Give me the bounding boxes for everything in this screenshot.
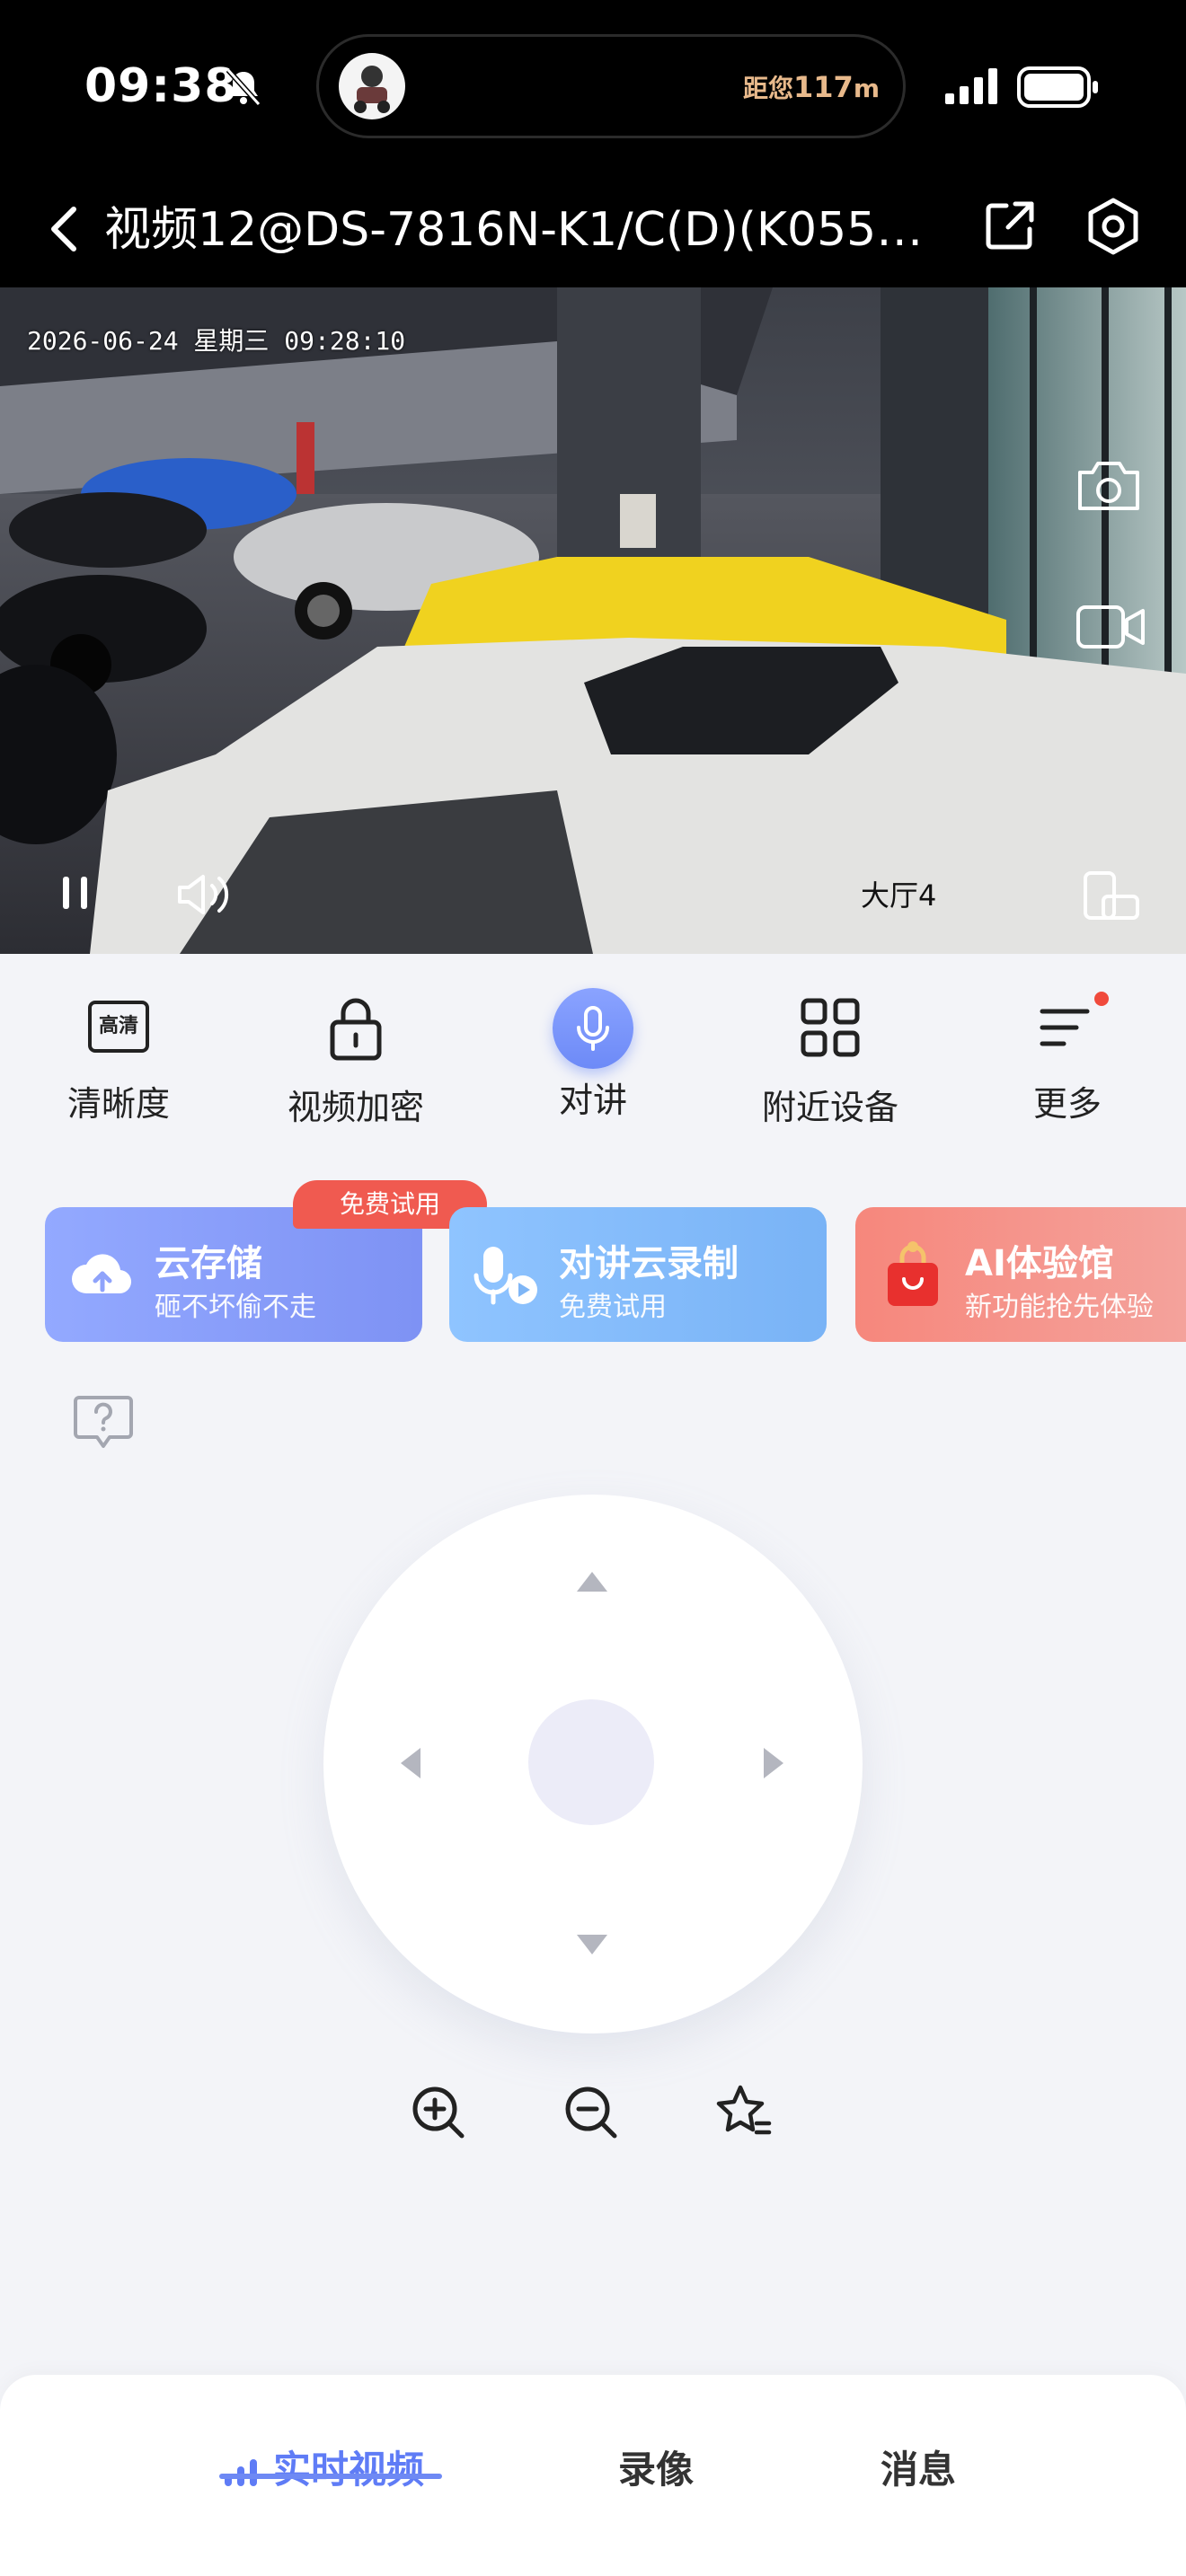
active-tab-indicator [219,2474,442,2479]
nearby-devices-button[interactable]: 附近设备 [731,979,929,1129]
tab-messages[interactable]: 消息 [881,2439,956,2494]
dynamic-island: 距您117m [316,34,906,138]
volume-icon[interactable] [176,871,235,918]
toolbar: 高清 清晰度 视频加密 对讲 附近设备 更多 [0,979,1186,1141]
tab-recordings[interactable]: 录像 [618,2439,694,2494]
zoom-out-icon[interactable] [562,2084,620,2141]
lock-icon [330,998,382,1061]
hd-icon: 高清 [83,992,155,1063]
avatar [339,53,405,119]
talk-cloud-record-card[interactable]: 对讲云录制 免费试用 [449,1207,827,1342]
back-icon[interactable] [47,202,83,256]
encrypt-label: 视频加密 [287,1088,424,1127]
more-button[interactable]: 更多 [969,979,1166,1125]
osd-timestamp: 2026-06-24 星期三 09:28:10 [27,326,406,356]
ai-experience-subtitle: 新功能抢先体验 [965,1292,1154,1323]
microphone-icon [553,988,633,1069]
ptz-control[interactable] [323,1495,863,2033]
distance-prefix: 距您 [743,74,794,103]
channel-label: 大厅4 [861,878,937,913]
favorite-star-icon[interactable] [715,2082,773,2139]
talk-cloud-record-title: 对讲云录制 [559,1243,739,1284]
pan-up-button[interactable] [577,1572,607,1592]
notification-dot [1094,992,1109,1006]
rotate-screen-icon[interactable] [1082,869,1141,922]
record-icon[interactable] [1075,600,1146,654]
talk-button[interactable]: 对讲 [494,979,692,1122]
snapshot-icon[interactable] [1075,456,1143,514]
talk-label: 对讲 [558,1081,627,1120]
ai-experience-title: AI体验馆 [965,1243,1114,1284]
distance-unit: m [853,74,880,103]
title-bar: 视频12@DS-7816N-K1/C(D)(K0557… [0,175,1186,287]
tab-live-video[interactable]: 实时视频 [221,2439,424,2494]
encrypt-button[interactable]: 视频加密 [257,979,455,1129]
menu-icon [1031,992,1109,1063]
distance-readout: 距您117m [743,69,880,105]
gift-bag-icon [888,1241,938,1306]
pause-icon[interactable] [58,871,93,914]
hd-badge: 高清 [88,1001,149,1053]
zoom-in-icon[interactable] [410,2084,467,2141]
status-bar: 09:38 距您117m [0,0,1186,175]
nearby-devices-label: 附近设备 [761,1088,898,1127]
battery-icon [1017,66,1098,108]
share-icon[interactable] [981,197,1039,254]
distance-value: 117 [793,70,854,104]
grid-icon [801,998,860,1057]
cloud-upload-icon [72,1254,132,1294]
cloud-storage-card[interactable]: 云存储 砸不坏偷不走 免费试用 [45,1180,487,1342]
talk-cloud-record-subtitle: 免费试用 [559,1292,667,1323]
cloud-storage-title: 云存储 [155,1243,262,1284]
bottom-tab-bar: 实时视频 录像 消息 [0,2375,1186,2576]
cloud-storage-subtitle: 砸不坏偷不走 [155,1292,316,1323]
mic-video-icon [474,1247,537,1305]
video-player[interactable]: 2026-06-24 星期三 09:28:10 大厅4 [0,287,1186,954]
ptz-center-button[interactable] [528,1699,654,1825]
clarity-button[interactable]: 高清 清晰度 [20,979,217,1125]
tab-live-video-label: 实时视频 [273,2448,425,2492]
signal-icon [945,68,997,104]
clarity-label: 清晰度 [66,1084,170,1124]
help-bubble-icon[interactable] [72,1394,135,1450]
bell-slash-icon [226,67,261,107]
page-title: 视频12@DS-7816N-K1/C(D)(K0557… [104,203,931,257]
live-bars-icon [221,2457,264,2488]
ai-experience-card[interactable]: AI体验馆 新功能抢先体验 [855,1207,1186,1342]
settings-icon[interactable] [1084,197,1143,256]
pan-left-button[interactable] [401,1748,420,1778]
video-frame [0,287,1186,954]
status-time: 09:38 [84,59,238,113]
pan-right-button[interactable] [764,1748,783,1778]
more-label: 更多 [1032,1084,1102,1124]
pan-down-button[interactable] [577,1935,607,1954]
